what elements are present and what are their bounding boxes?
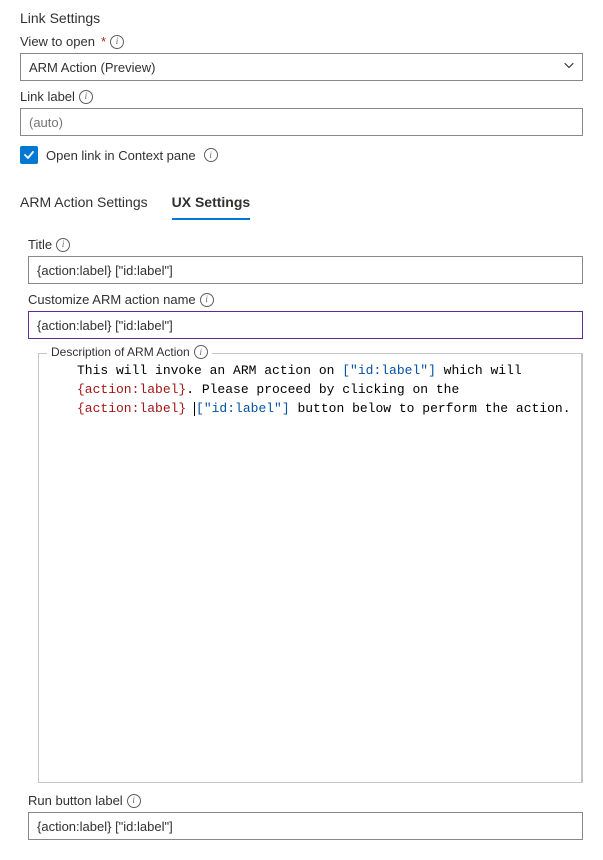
title-label-text: Title [28, 237, 52, 252]
description-label-text: Description of ARM Action [51, 345, 190, 359]
customize-arm-label: Customize ARM action name i [28, 292, 583, 307]
desc-seg: This will invoke an ARM action on [77, 363, 342, 378]
info-icon[interactable]: i [79, 90, 93, 104]
desc-seg: ["id:label"] [196, 401, 290, 416]
info-icon[interactable]: i [56, 238, 70, 252]
view-to-open-value: ARM Action (Preview) [29, 60, 155, 75]
title-label: Title i [28, 237, 583, 252]
link-label-text: Link label [20, 89, 75, 104]
tab-ux-settings[interactable]: UX Settings [172, 188, 251, 220]
required-asterisk: * [101, 34, 106, 49]
tab-arm-action-settings[interactable]: ARM Action Settings [20, 188, 148, 220]
open-in-context-label: Open link in Context pane [46, 148, 196, 163]
view-to-open-label: View to open * i [20, 34, 583, 49]
link-label-label: Link label i [20, 89, 583, 104]
link-label-input[interactable] [20, 108, 583, 136]
description-content: This will invoke an ARM action on ["id:l… [49, 360, 571, 419]
desc-seg: {action:label} [77, 401, 186, 416]
view-to-open-label-text: View to open [20, 34, 95, 49]
title-input[interactable] [28, 256, 583, 284]
run-button-label-label: Run button label i [28, 793, 583, 808]
run-button-label-input[interactable] [28, 812, 583, 840]
info-icon[interactable]: i [204, 148, 218, 162]
open-in-context-checkbox[interactable] [20, 146, 38, 164]
section-title: Link Settings [20, 10, 583, 26]
tabs: ARM Action Settings UX Settings [20, 188, 583, 221]
run-button-label-text: Run button label [28, 793, 123, 808]
desc-seg: {action:label} [77, 382, 186, 397]
description-label: Description of ARM Action i [47, 345, 212, 359]
desc-seg [186, 401, 194, 416]
info-icon[interactable]: i [127, 794, 141, 808]
view-to-open-select[interactable]: ARM Action (Preview) [20, 53, 583, 81]
info-icon[interactable]: i [110, 35, 124, 49]
customize-arm-input[interactable] [28, 311, 583, 339]
desc-seg: which will [436, 363, 522, 378]
desc-seg: ["id:label"] [342, 363, 436, 378]
customize-arm-label-text: Customize ARM action name [28, 292, 196, 307]
text-cursor [194, 402, 195, 416]
info-icon[interactable]: i [200, 293, 214, 307]
desc-seg: . Please proceed by clicking on the [186, 382, 459, 397]
info-icon[interactable]: i [194, 345, 208, 359]
description-editor[interactable]: Description of ARM Action i This will in… [38, 353, 583, 783]
desc-seg: button below to perform the action. [290, 401, 571, 416]
